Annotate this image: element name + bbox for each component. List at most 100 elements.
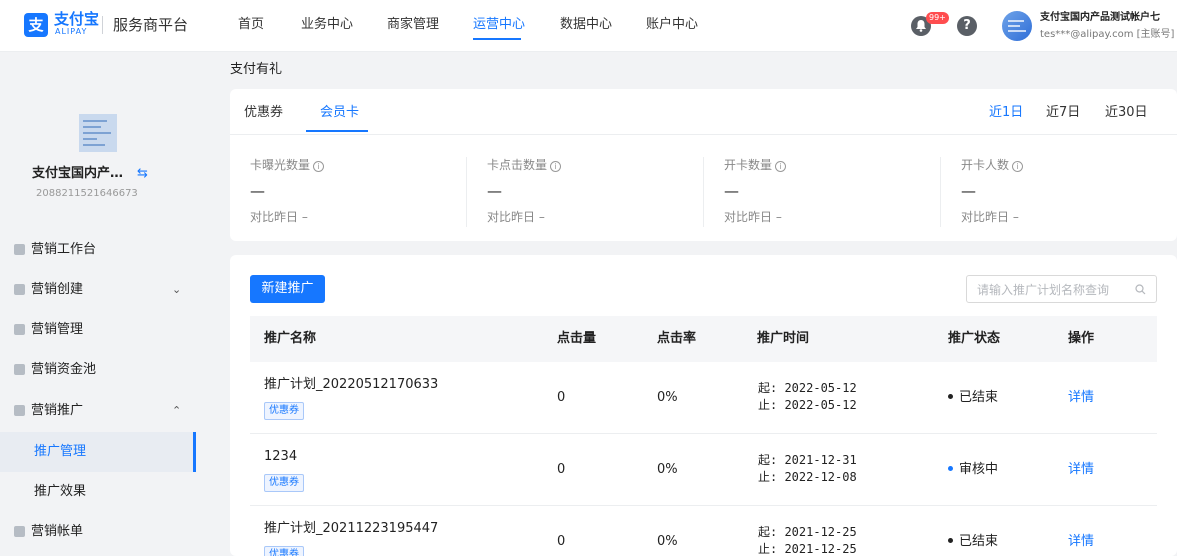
range-7-days[interactable]: 近7日 bbox=[1046, 104, 1080, 122]
sidebar-item-label: 营销工作台 bbox=[31, 242, 97, 257]
chevron-down-icon: ⌄ bbox=[172, 283, 182, 296]
sidebar-item-label: 营销管理 bbox=[31, 322, 84, 337]
start-date: 起: 2022-05-12 bbox=[758, 381, 857, 395]
search-box bbox=[966, 275, 1157, 303]
search-input[interactable] bbox=[977, 281, 1127, 299]
click-count: 0 bbox=[557, 390, 566, 405]
top-bar: 支 支付宝 ALIPAY 服务商平台 首页 业务中心 商家管理 运营中心 数据中… bbox=[0, 0, 1177, 52]
nav-active-indicator bbox=[473, 38, 521, 40]
stat-compare: 对比昨日 – bbox=[487, 210, 545, 224]
nav-data-center[interactable]: 数据中心 bbox=[560, 17, 612, 33]
status-badge: 已结束 bbox=[948, 389, 998, 407]
detail-link[interactable]: 详情 bbox=[1068, 389, 1094, 407]
sidebar-item-label: 营销创建 bbox=[31, 282, 84, 297]
nav-operations-center[interactable]: 运营中心 bbox=[473, 17, 525, 33]
account-name[interactable]: 支付宝国内产品测试帐户七 bbox=[1040, 11, 1160, 25]
stat-divider bbox=[703, 157, 704, 227]
click-rate: 0% bbox=[657, 534, 678, 549]
promotion-time: 起: 2022-05-12 止: 2022-05-12 bbox=[758, 380, 857, 414]
stat-compare: 对比昨日 – bbox=[724, 210, 782, 224]
coupon-tag: 优惠券 bbox=[264, 474, 304, 492]
chevron-up-icon: ⌃ bbox=[172, 404, 182, 417]
sidebar-item-marketing-promotion[interactable]: 营销推广 ⌃ bbox=[0, 391, 196, 431]
table-row: 推广计划_20211223195447 优惠券 0 0% 起: 2021-12-… bbox=[250, 506, 1157, 556]
tab-member-card[interactable]: 会员卡 bbox=[320, 104, 359, 122]
stat-value: — bbox=[487, 182, 502, 200]
tab-coupon[interactable]: 优惠券 bbox=[244, 104, 283, 122]
range-1-day[interactable]: 近1日 bbox=[989, 104, 1023, 122]
search-icon[interactable] bbox=[1135, 284, 1146, 295]
promotion-time: 起: 2021-12-25 止: 2021-12-25 bbox=[758, 524, 857, 556]
table-header: 推广名称 点击量 点击率 推广时间 推广状态 操作 bbox=[250, 316, 1157, 362]
sidebar-item-label: 营销资金池 bbox=[31, 362, 97, 377]
status-label: 已结束 bbox=[959, 534, 999, 549]
status-label: 审核中 bbox=[959, 462, 999, 477]
stat-label: 开卡数量 bbox=[724, 158, 773, 172]
click-count: 0 bbox=[557, 534, 566, 549]
sidebar-item-label: 推广效果 bbox=[34, 484, 87, 499]
info-icon[interactable]: i bbox=[313, 161, 325, 172]
click-rate: 0% bbox=[657, 390, 678, 405]
alipay-logo-icon[interactable]: 支 bbox=[24, 13, 48, 37]
status-badge: 已结束 bbox=[948, 533, 998, 551]
info-icon[interactable]: i bbox=[550, 161, 562, 172]
start-date: 起: 2021-12-31 bbox=[758, 453, 857, 467]
click-count: 0 bbox=[557, 462, 566, 477]
stat-label: 开卡人数 bbox=[961, 158, 1010, 172]
status-dot-icon bbox=[948, 538, 953, 543]
detail-link[interactable]: 详情 bbox=[1068, 533, 1094, 551]
merchant-id: 2088211521646673 bbox=[36, 188, 138, 199]
promotion-list-card: 新建推广 推广名称 点击量 点击率 推广时间 推广状态 操作 推广计划_2022… bbox=[230, 255, 1177, 556]
stat-card-card-opens: 开卡数量 i — 对比昨日 – bbox=[724, 157, 944, 237]
help-icon[interactable]: ? bbox=[957, 16, 977, 36]
column-header: 推广状态 bbox=[948, 331, 1001, 346]
tag-icon bbox=[14, 284, 25, 295]
notification-badge: 99+ bbox=[926, 12, 949, 24]
sidebar-item-label: 营销帐单 bbox=[31, 524, 84, 539]
stat-divider bbox=[940, 157, 941, 227]
switch-merchant-icon[interactable]: ⇆ bbox=[137, 166, 148, 182]
stat-value: — bbox=[250, 182, 265, 200]
range-30-days[interactable]: 近30日 bbox=[1105, 104, 1148, 122]
account-email: tes***@alipay.com [主账号] bbox=[1040, 29, 1175, 40]
click-rate: 0% bbox=[657, 462, 678, 477]
column-header: 推广名称 bbox=[264, 331, 317, 346]
stat-card-openers: 开卡人数 i — 对比昨日 – bbox=[961, 157, 1177, 237]
bill-icon bbox=[14, 526, 25, 537]
stats-card: 优惠券 会员卡 近1日 近7日 近30日 卡曝光数量 i — 对比昨日 – 卡点击… bbox=[230, 89, 1177, 241]
detail-link[interactable]: 详情 bbox=[1068, 461, 1094, 479]
sidebar-item-marketing-workbench[interactable]: 营销工作台 bbox=[0, 230, 196, 270]
stat-card-exposure: 卡曝光数量 i — 对比昨日 – bbox=[250, 157, 470, 237]
brand-sub: ALIPAY bbox=[55, 27, 88, 36]
stat-card-clicks: 卡点击数量 i — 对比昨日 – bbox=[487, 157, 707, 237]
avatar[interactable] bbox=[1002, 11, 1032, 41]
nav-merchant-management[interactable]: 商家管理 bbox=[387, 17, 439, 33]
sidebar-item-promotion-effect[interactable]: 推广效果 bbox=[0, 472, 196, 512]
sidebar-item-promotion-management[interactable]: 推广管理 bbox=[0, 432, 196, 472]
sidebar-item-marketing-create[interactable]: 营销创建 ⌄ bbox=[0, 270, 196, 310]
status-dot-icon bbox=[948, 466, 953, 471]
info-icon[interactable]: i bbox=[775, 161, 787, 172]
stat-value: — bbox=[724, 182, 739, 200]
sidebar-item-label: 推广管理 bbox=[34, 444, 87, 459]
nav-account-center[interactable]: 账户中心 bbox=[646, 17, 698, 33]
table-row: 1234 优惠券 0 0% 起: 2021-12-31 止: 2022-12-0… bbox=[250, 434, 1157, 506]
promotion-name: 1234 bbox=[264, 449, 298, 464]
nav-home[interactable]: 首页 bbox=[238, 17, 264, 33]
end-date: 止: 2022-12-08 bbox=[758, 470, 857, 484]
start-date: 起: 2021-12-25 bbox=[758, 525, 857, 539]
sidebar-item-marketing-fund-pool[interactable]: 营销资金池 bbox=[0, 350, 196, 390]
info-icon[interactable]: i bbox=[1012, 161, 1024, 172]
nav-business-center[interactable]: 业务中心 bbox=[301, 17, 353, 33]
column-header: 操作 bbox=[1068, 331, 1095, 346]
new-promotion-button[interactable]: 新建推广 bbox=[250, 275, 325, 303]
platform-name: 服务商平台 bbox=[113, 16, 189, 34]
promotion-name: 推广计划_20220512170633 bbox=[264, 377, 439, 392]
status-dot-icon bbox=[948, 394, 953, 399]
brand-name: 支付宝 bbox=[54, 10, 100, 28]
sidebar-item-marketing-bill[interactable]: 营销帐单 bbox=[0, 512, 196, 552]
page-title: 支付有礼 bbox=[230, 62, 283, 77]
tab-divider bbox=[230, 134, 1177, 135]
sidebar-item-marketing-manage[interactable]: 营销管理 bbox=[0, 310, 196, 350]
merchant-logo bbox=[79, 114, 117, 152]
